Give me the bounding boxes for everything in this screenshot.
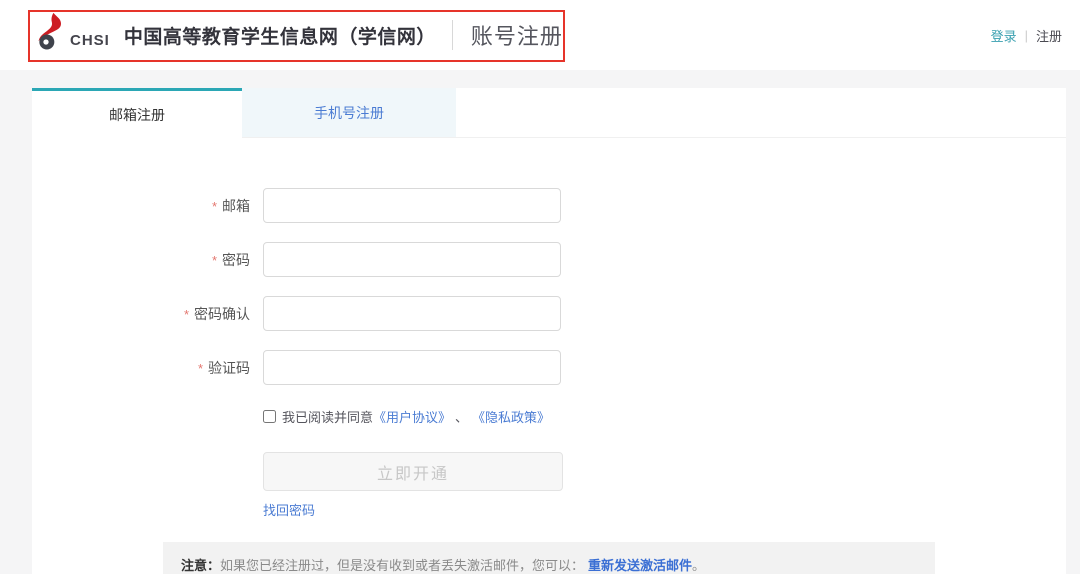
site-title: 中国高等教育学生信息网（学信网） [123,26,436,48]
captcha-row: * 验证码 [32,350,1066,385]
privacy-policy-link[interactable]: 《隐私政策》 [472,407,550,426]
required-asterisk: * [197,360,203,376]
registration-card: 邮箱注册 手机号注册 * 邮箱 * 密码 * 密码确认 * 验证码 我已阅读并同… [32,88,1066,574]
tab-phone-label: 手机号注册 [314,104,384,121]
user-agreement-link[interactable]: 《用户协议》 [373,407,451,426]
resend-activation-link[interactable]: 重新发送激活邮件 [588,558,692,573]
email-label: * 邮箱 [211,197,250,214]
required-asterisk: * [183,306,189,322]
logo-text: CHSI [70,31,110,49]
notice-bar: 注意：如果您已经注册过，但是没有收到或者丢失激活邮件，您可以： 重新发送激活邮件。 [163,542,935,574]
required-asterisk: * [211,198,217,214]
chsi-logo-icon [36,12,66,59]
password-input[interactable] [263,242,561,277]
forgot-password-link[interactable]: 找回密码 [263,500,315,519]
page: CHSI 中国高等教育学生信息网（学信网） 账号注册 登录 | 注册 邮箱注册 … [0,0,1080,574]
agreement-text: 我已阅读并同意 [282,409,374,425]
page-title: 账号注册 [470,24,563,49]
header-brand: CHSI 中国高等教育学生信息网（学信网） 账号注册 [0,0,1080,70]
tab-phone-register[interactable]: 手机号注册 [242,88,456,137]
password-row: * 密码 [32,242,1066,277]
captcha-label: * 验证码 [197,359,250,376]
required-asterisk: * [211,252,217,268]
captcha-input[interactable] [263,350,561,385]
email-input[interactable] [263,188,561,223]
agreement-checkbox[interactable] [263,409,276,423]
agreement-separator: 、 [455,409,469,425]
email-row: * 邮箱 [32,188,1066,223]
register-link[interactable]: 注册 [1036,26,1062,45]
login-link[interactable]: 登录 [991,26,1017,45]
notice-text: 如果您已经注册过，但是没有收到或者丢失激活邮件，您可以： [220,558,585,573]
tab-email-register[interactable]: 邮箱注册 [32,88,242,138]
password-confirm-input[interactable] [263,296,561,331]
tab-email-label: 邮箱注册 [109,106,165,123]
password-confirm-label: * 密码确认 [183,305,250,322]
main-area: 邮箱注册 手机号注册 * 邮箱 * 密码 * 密码确认 * 验证码 我已阅读并同… [0,70,1080,574]
tab-bar: 邮箱注册 手机号注册 [32,88,1066,138]
header: CHSI 中国高等教育学生信息网（学信网） 账号注册 登录 | 注册 [0,0,1080,70]
header-divider [451,20,453,50]
notice-suffix: 。 [692,558,706,573]
notice-label: 注意： [181,558,221,573]
agreement-row: 我已阅读并同意 《用户协议》 、 《隐私政策》 [263,407,1066,425]
top-links: 登录 | 注册 [991,0,1062,70]
password-label: * 密码 [211,251,250,268]
registration-form: * 邮箱 * 密码 * 密码确认 * 验证码 我已阅读并同意 《用户协议》 、 … [32,138,1066,574]
submit-button[interactable]: 立即开通 [263,452,563,491]
top-links-separator: | [1024,27,1028,43]
password-confirm-row: * 密码确认 [32,296,1066,331]
